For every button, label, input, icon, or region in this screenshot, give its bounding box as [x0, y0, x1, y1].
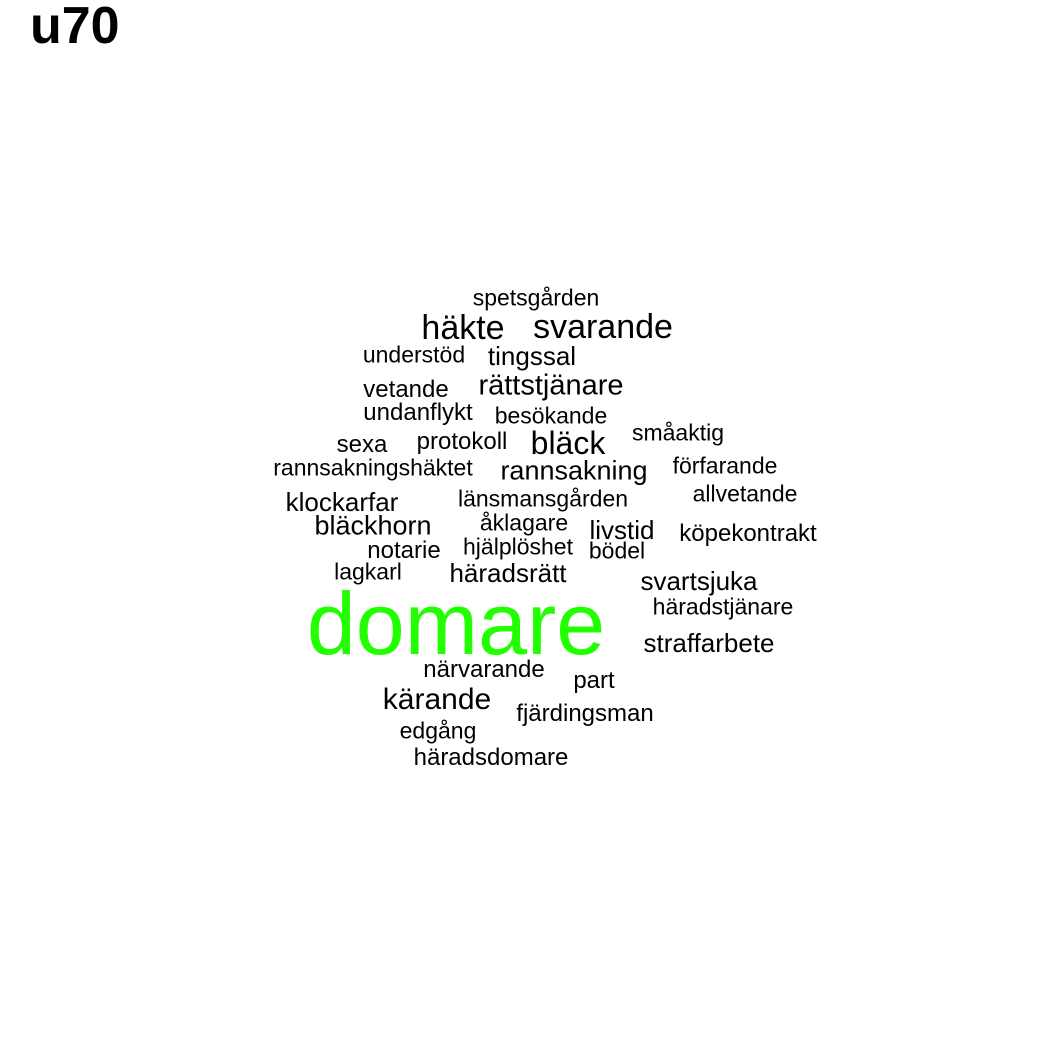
word-rannsakning: rannsakning	[500, 455, 648, 486]
word-fjärdingsman: fjärdingsman	[516, 700, 654, 727]
word-rättstjänare: rättstjänare	[478, 369, 624, 402]
word-cloud: domare häkte svarande rättstjänare bläck rann…	[0, 0, 1050, 1050]
word-part: part	[573, 667, 615, 694]
word-besökande: besökande	[494, 402, 608, 429]
word-närvarande: närvarande	[423, 656, 545, 683]
word-häradsrätt: häradsrätt	[449, 558, 567, 588]
word-häkte: häkte	[421, 309, 505, 347]
word-allvetande: allvetande	[692, 480, 798, 507]
word-länsmansgården: länsmansgården	[457, 485, 629, 512]
word-bödel: bödel	[588, 537, 646, 564]
word-rannsakningshäktet: rannsakningshäktet	[273, 454, 473, 481]
word-lagkarl: lagkarl	[334, 558, 402, 585]
word-småaktig: småaktig	[631, 419, 725, 446]
word-svartsjuka: svartsjuka	[640, 566, 758, 596]
word-protokoll: protokoll	[416, 428, 508, 455]
word-straffarbete: straffarbete	[643, 628, 775, 658]
word-sexa: sexa	[336, 431, 388, 458]
word-spetsgården: spetsgården	[472, 284, 600, 311]
word-tingssal: tingssal	[487, 341, 577, 371]
word-kärande: kärande	[382, 683, 492, 716]
word-domare: domare	[306, 574, 606, 673]
word-häradsdomare: häradsdomare	[413, 744, 569, 771]
word-häradstjänare: häradstjänare	[652, 593, 794, 620]
word-hjälplöshet: hjälplöshet	[463, 533, 573, 560]
word-åklagare: åklagare	[479, 509, 569, 536]
word-svarande: svarande	[533, 308, 673, 346]
word-förfarande: förfarande	[672, 452, 778, 479]
word-edgång: edgång	[399, 717, 477, 744]
word-understöd: understöd	[362, 341, 466, 368]
word-undanflykt: undanflykt	[363, 399, 473, 426]
word-bläck: bläck	[530, 425, 606, 461]
word-köpekontrakt: köpekontrakt	[679, 520, 817, 547]
word-klockarfar: klockarfar	[285, 487, 399, 517]
